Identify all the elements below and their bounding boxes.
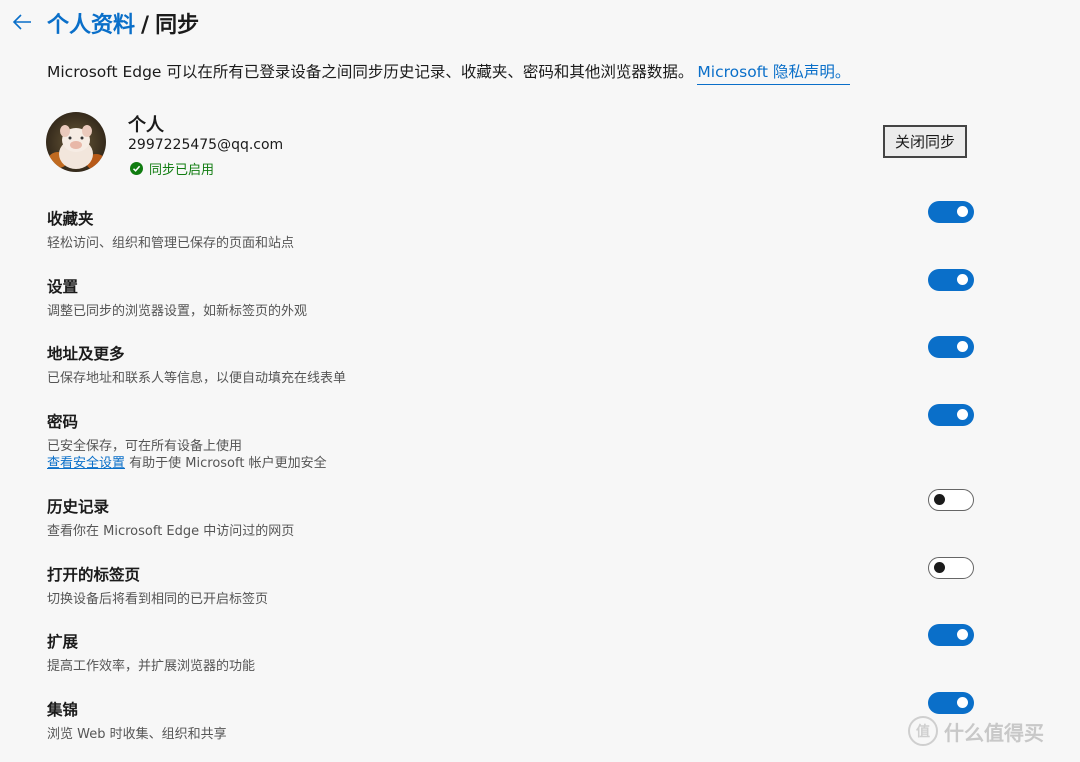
breadcrumb-separator: / <box>141 13 150 38</box>
toggle-knob <box>957 341 968 352</box>
sync-item-settings: 设置 调整已同步的浏览器设置，如新标签页的外观 <box>47 269 987 320</box>
avatar <box>46 112 106 172</box>
page-title: 个人资料 / 同步 <box>47 7 199 39</box>
toggle-knob <box>957 697 968 708</box>
breadcrumb-profiles[interactable]: 个人资料 <box>47 13 135 38</box>
sync-item-extensions: 扩展 提高工作效率，并扩展浏览器的功能 <box>47 624 987 675</box>
sync-item-title: 收藏夹 <box>47 210 94 228</box>
sync-item-description: 查看你在 Microsoft Edge 中访问过的网页 <box>47 524 295 539</box>
page-header: 个人资料 / 同步 <box>0 0 1080 46</box>
sync-item-passwords: 密码 已安全保存，可在所有设备上使用 查看安全设置 有助于使 Microsoft… <box>47 404 987 472</box>
back-arrow-icon[interactable] <box>10 10 34 34</box>
toggle-knob <box>934 494 945 505</box>
watermark-logo-icon: 值 <box>908 716 938 746</box>
profile-name: 个人 <box>128 115 164 136</box>
sync-item-title: 历史记录 <box>47 498 110 516</box>
sync-item-title: 打开的标签页 <box>47 566 141 584</box>
checkmark-circle-icon <box>130 162 143 175</box>
extensions-toggle[interactable] <box>928 624 974 646</box>
toggle-knob <box>957 274 968 285</box>
sync-item-description: 浏览 Web 时收集、组织和共享 <box>47 727 227 742</box>
sync-item-favorites: 收藏夹 轻松访问、组织和管理已保存的页面和站点 <box>47 201 987 252</box>
privacy-statement-link[interactable]: Microsoft 隐私声明。 <box>697 63 851 85</box>
sync-intro: Microsoft Edge 可以在所有已登录设备之间同步历史记录、收藏夹、密码… <box>47 60 851 85</box>
toggle-knob <box>957 206 968 217</box>
watermark: 值 什么值得买 <box>908 716 1044 746</box>
sync-item-open-tabs: 打开的标签页 切换设备后将看到相同的已开启标签页 <box>47 557 987 608</box>
sync-item-history: 历史记录 查看你在 Microsoft Edge 中访问过的网页 <box>47 489 987 540</box>
passwords-desc-suffix: 有助于使 Microsoft 帐户更加安全 <box>125 456 327 471</box>
passwords-desc-line1: 已安全保存，可在所有设备上使用 <box>47 439 243 454</box>
history-toggle[interactable] <box>928 489 974 511</box>
sync-item-description: 已保存地址和联系人等信息，以便自动填充在线表单 <box>47 371 347 386</box>
toggle-knob <box>957 629 968 640</box>
sync-item-description: 切换设备后将看到相同的已开启标签页 <box>47 592 269 607</box>
passwords-desc-line2: 查看安全设置 有助于使 Microsoft 帐户更加安全 <box>47 455 987 472</box>
turn-off-sync-button[interactable]: 关闭同步 <box>883 125 967 158</box>
breadcrumb-current: 同步 <box>155 13 200 38</box>
toggle-knob <box>957 409 968 420</box>
sync-item-description: 轻松访问、组织和管理已保存的页面和站点 <box>47 236 295 251</box>
sync-item-description: 提高工作效率，并扩展浏览器的功能 <box>47 659 256 674</box>
toggle-knob <box>934 562 945 573</box>
sync-item-title: 地址及更多 <box>47 345 125 363</box>
profile-email: 2997225475@qq.com <box>128 137 284 153</box>
sync-status-text: 同步已启用 <box>149 163 215 178</box>
sync-item-collections: 集锦 浏览 Web 时收集、组织和共享 <box>47 692 987 743</box>
sync-item-title: 设置 <box>47 278 79 296</box>
collections-toggle[interactable] <box>928 692 974 714</box>
sync-item-title: 密码 <box>47 413 79 431</box>
sync-status: 同步已启用 <box>130 159 214 178</box>
sync-item-description: 已安全保存，可在所有设备上使用 查看安全设置 有助于使 Microsoft 帐户… <box>47 438 987 472</box>
settings-toggle[interactable] <box>928 269 974 291</box>
favorites-toggle[interactable] <box>928 201 974 223</box>
sync-item-description: 调整已同步的浏览器设置，如新标签页的外观 <box>47 304 308 319</box>
view-security-settings-link[interactable]: 查看安全设置 <box>47 456 125 471</box>
watermark-text: 什么值得买 <box>944 720 1044 745</box>
passwords-toggle[interactable] <box>928 404 974 426</box>
addresses-toggle[interactable] <box>928 336 974 358</box>
sync-item-addresses: 地址及更多 已保存地址和联系人等信息，以便自动填充在线表单 <box>47 336 987 387</box>
intro-text: Microsoft Edge 可以在所有已登录设备之间同步历史记录、收藏夹、密码… <box>47 63 694 81</box>
sync-item-title: 集锦 <box>47 701 79 719</box>
open-tabs-toggle[interactable] <box>928 557 974 579</box>
sync-item-title: 扩展 <box>47 633 79 651</box>
